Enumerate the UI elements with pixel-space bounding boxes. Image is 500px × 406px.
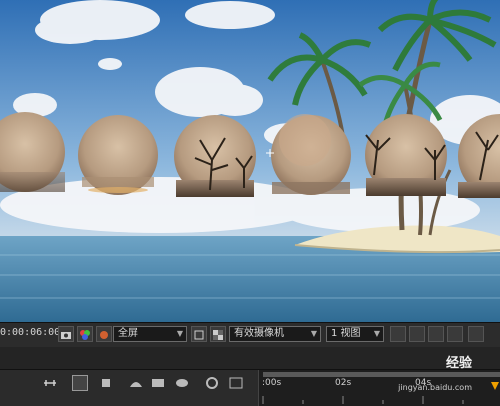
flowchart-icon[interactable]	[447, 326, 463, 342]
region-of-interest-icon[interactable]	[191, 326, 207, 342]
chevron-down-icon: ▼	[310, 329, 317, 338]
motion-blur-icon[interactable]	[150, 375, 166, 391]
composition-frame	[0, 0, 500, 322]
current-time-indicator[interactable]	[491, 382, 499, 390]
camera-value: 有效摄像机	[234, 328, 284, 339]
view-layout-value: 1 视图	[331, 328, 361, 339]
chevron-down-icon: ▼	[373, 329, 380, 338]
ornament-2[interactable]	[78, 115, 158, 195]
snapshot-icon[interactable]	[58, 326, 74, 342]
ornament-3[interactable]	[174, 115, 256, 197]
current-time-display[interactable]: 0:00:06:00	[0, 327, 60, 338]
fast-previews-icon[interactable]	[409, 326, 425, 342]
shy-layers-icon[interactable]	[98, 375, 114, 391]
draft-3d-icon[interactable]	[72, 375, 88, 391]
comp-mini-flowchart-icon[interactable]	[42, 375, 58, 391]
auto-keyframe-icon[interactable]	[228, 375, 244, 391]
ornament-5[interactable]	[365, 114, 447, 196]
resolution-dropdown[interactable]: 全屏 ▼	[113, 326, 187, 342]
exposure-icon[interactable]	[468, 326, 484, 342]
graph-editor-icon[interactable]	[174, 375, 190, 391]
watermark-url: jingyan.baidu.com	[398, 383, 472, 392]
camera-dropdown[interactable]: 有效摄像机 ▼	[229, 326, 321, 342]
transparency-grid-icon[interactable]	[210, 326, 226, 342]
toggle-pixel-aspect-icon[interactable]	[390, 326, 406, 342]
color-picker-icon[interactable]	[96, 326, 112, 342]
timeline-toolbar	[0, 370, 258, 406]
show-channel-icon[interactable]	[77, 326, 93, 342]
panel-divider	[0, 347, 500, 370]
timeline-icon[interactable]	[428, 326, 444, 342]
composition-viewer[interactable]	[0, 0, 500, 322]
frame-blending-icon[interactable]	[128, 375, 144, 391]
chevron-down-icon: ▼	[176, 329, 183, 338]
resolution-value: 全屏	[118, 328, 138, 339]
brainstorm-icon[interactable]	[204, 375, 220, 391]
watermark-brand: 经验	[445, 356, 472, 371]
view-layout-dropdown[interactable]: 1 视图 ▼	[326, 326, 384, 342]
composition-toolbar: 0:00:06:00 全屏 ▼ 有效摄像机 ▼ 1 视图 ▼	[0, 322, 500, 348]
